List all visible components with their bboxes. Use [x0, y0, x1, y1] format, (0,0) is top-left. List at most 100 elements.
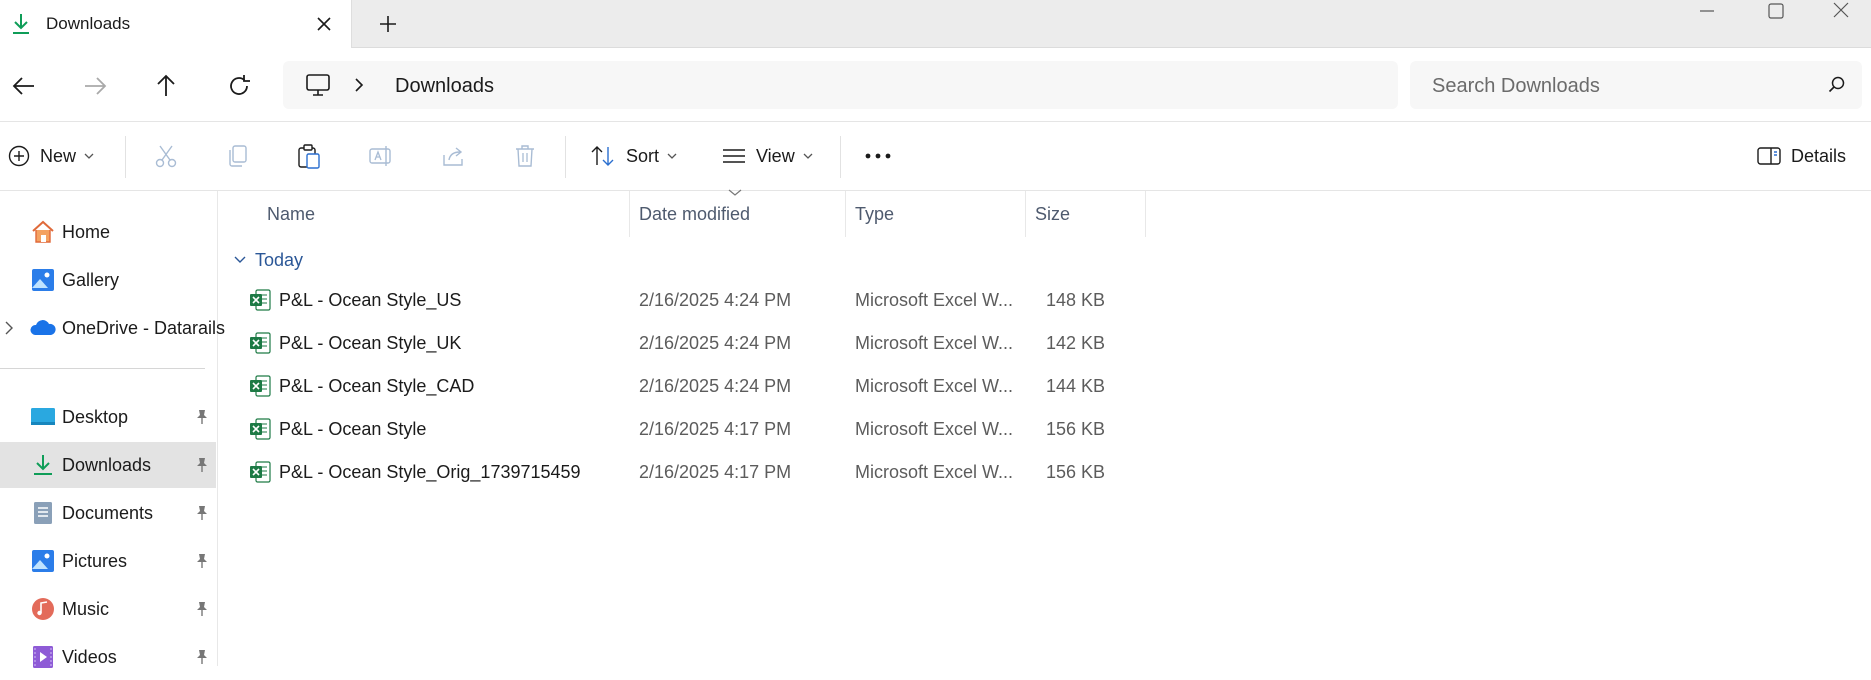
onedrive-icon — [30, 316, 56, 340]
file-row[interactable]: P&L - Ocean Style_CAD 2/16/2025 4:24 PM … — [225, 365, 1145, 408]
excel-file-icon — [249, 461, 271, 483]
column-header-type[interactable]: Type — [846, 191, 1026, 237]
file-name: P&L - Ocean Style_UK — [279, 333, 462, 353]
file-size: 156 KB — [1045, 419, 1105, 439]
file-size: 156 KB — [1045, 462, 1105, 482]
group-header-today[interactable]: Today — [233, 248, 303, 272]
column-header-date-modified[interactable]: Date modified — [630, 191, 846, 237]
sidebar-item-label: Home — [62, 222, 111, 242]
column-header-name[interactable]: Name — [258, 191, 630, 237]
file-date-modified: 2/16/2025 4:17 PM — [639, 462, 792, 482]
navigation-pane: Home Gallery OneDrive - Datarails Deskto… — [0, 191, 225, 668]
chevron-down-icon — [233, 255, 247, 265]
sidebar-divider — [0, 368, 205, 369]
file-row[interactable]: P&L - Ocean Style 2/16/2025 4:17 PM Micr… — [225, 408, 1145, 451]
sidebar-item-videos[interactable]: Videos — [0, 634, 216, 680]
file-date-modified: 2/16/2025 4:24 PM — [639, 333, 792, 353]
toolbar-divider — [125, 136, 126, 178]
tab-title: Downloads — [46, 14, 131, 33]
sort-button[interactable]: Sort — [590, 122, 677, 190]
view-label: View — [756, 145, 795, 166]
search-icon[interactable] — [1828, 76, 1846, 94]
pin-icon[interactable] — [195, 409, 209, 425]
pin-icon[interactable] — [195, 505, 209, 521]
maximize-icon[interactable] — [1740, 0, 1810, 26]
toolbar-divider — [565, 136, 566, 178]
pin-icon[interactable] — [195, 553, 209, 569]
file-type: Microsoft Excel W... — [855, 376, 1014, 396]
excel-file-icon — [249, 289, 271, 311]
minimize-icon[interactable] — [1672, 0, 1742, 26]
file-row[interactable]: P&L - Ocean Style_UK 2/16/2025 4:24 PM M… — [225, 322, 1145, 365]
breadcrumb-chevron-icon[interactable] — [353, 77, 365, 93]
file-size: 144 KB — [1045, 376, 1105, 396]
excel-file-icon — [249, 375, 271, 397]
sidebar-item-desktop[interactable]: Desktop — [0, 394, 216, 440]
file-date-modified: 2/16/2025 4:17 PM — [639, 419, 792, 439]
sort-icon — [590, 144, 616, 168]
more-icon[interactable] — [864, 122, 892, 190]
pin-icon[interactable] — [195, 649, 209, 665]
share-icon[interactable] — [440, 122, 466, 190]
chevron-down-icon — [803, 152, 813, 160]
column-header-size[interactable]: Size — [1026, 191, 1146, 237]
toolbar-divider — [840, 136, 841, 178]
sort-label: Sort — [626, 145, 660, 166]
chevron-down-icon — [84, 152, 94, 160]
search-input[interactable]: Search Downloads — [1432, 75, 1600, 98]
gallery-icon — [30, 268, 56, 292]
sidebar-item-music[interactable]: Music — [0, 586, 216, 632]
new-button[interactable]: New — [8, 122, 94, 190]
rename-icon[interactable] — [368, 122, 394, 190]
refresh-icon[interactable] — [223, 70, 255, 102]
sidebar-item-onedrive[interactable]: OneDrive - Datarails — [0, 305, 225, 351]
sidebar-item-label: Pictures — [62, 551, 128, 571]
sidebar-item-label: Videos — [62, 647, 117, 667]
sidebar-item-gallery[interactable]: Gallery — [0, 257, 216, 303]
breadcrumb-downloads[interactable]: Downloads — [395, 75, 494, 98]
excel-file-icon — [249, 418, 271, 440]
excel-file-icon — [249, 332, 271, 354]
forward-arrow-icon[interactable] — [79, 70, 111, 102]
file-type: Microsoft Excel W... — [855, 333, 1014, 353]
file-name: P&L - Ocean Style_US — [279, 290, 462, 310]
file-date-modified: 2/16/2025 4:24 PM — [639, 376, 792, 396]
column-header-label: Size — [1035, 204, 1071, 224]
desktop-icon — [30, 405, 56, 429]
details-label: Details — [1791, 145, 1847, 166]
sidebar-item-pictures[interactable]: Pictures — [0, 538, 216, 584]
new-tab-icon[interactable] — [374, 10, 402, 38]
address-bar[interactable]: Downloads — [283, 61, 1398, 109]
pin-icon[interactable] — [195, 457, 209, 473]
column-header-label: Type — [855, 204, 895, 224]
paste-icon[interactable] — [296, 122, 322, 190]
music-icon — [30, 597, 56, 621]
file-row[interactable]: P&L - Ocean Style_Orig_1739715459 2/16/2… — [225, 451, 1145, 494]
close-tab-icon[interactable] — [312, 12, 336, 36]
sidebar-item-label: OneDrive - Datarails — [62, 318, 226, 338]
sidebar-item-label: Downloads — [62, 455, 152, 475]
details-button[interactable]: Details — [1757, 122, 1846, 190]
column-header-label: Name — [267, 204, 316, 224]
delete-icon[interactable] — [512, 122, 538, 190]
copy-icon[interactable] — [225, 122, 251, 190]
tab-downloads[interactable]: Downloads — [0, 0, 352, 48]
cut-icon[interactable] — [153, 122, 179, 190]
pin-icon[interactable] — [195, 601, 209, 617]
sidebar-item-home[interactable]: Home — [0, 209, 216, 255]
file-name: P&L - Ocean Style — [279, 419, 427, 439]
documents-icon — [30, 501, 56, 525]
up-arrow-icon[interactable] — [150, 70, 182, 102]
file-type: Microsoft Excel W... — [855, 462, 1014, 482]
back-arrow-icon[interactable] — [8, 70, 40, 102]
file-row[interactable]: P&L - Ocean Style_US 2/16/2025 4:24 PM M… — [225, 279, 1145, 322]
sidebar-item-documents[interactable]: Documents — [0, 490, 216, 536]
search-box[interactable]: Search Downloads — [1410, 61, 1862, 109]
close-window-icon[interactable] — [1810, 0, 1871, 26]
this-pc-icon[interactable] — [305, 73, 331, 97]
chevron-down-icon — [667, 152, 677, 160]
chevron-right-icon[interactable] — [4, 320, 14, 336]
view-button[interactable]: View — [722, 122, 813, 190]
home-icon — [30, 220, 56, 244]
sidebar-item-downloads[interactable]: Downloads — [0, 442, 216, 488]
